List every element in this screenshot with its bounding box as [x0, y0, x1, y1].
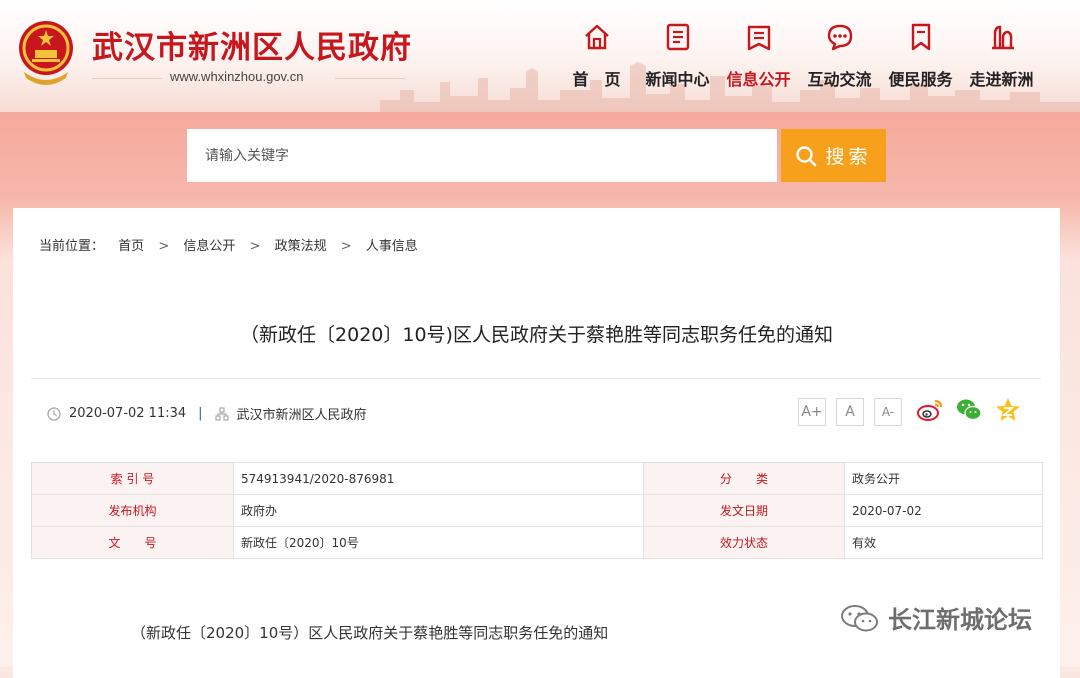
breadcrumb-item-policy[interactable]: 政策法规: [275, 235, 327, 254]
breadcrumb-separator: >: [249, 239, 261, 254]
value-category: 政务公开: [844, 462, 1043, 495]
label-document-number: 文 号: [31, 526, 234, 559]
wechat-icon[interactable]: [955, 396, 983, 424]
site-title: 武汉市新洲区人民政府: [92, 30, 412, 66]
nav-item-interaction[interactable]: 互动交流: [799, 18, 880, 98]
value-issue-date: 2020-07-02: [844, 494, 1043, 527]
nav-label-info-disclosure: 信息公开: [726, 70, 791, 89]
site-url: www.whxinzhou.gov.cn: [170, 69, 304, 84]
news-icon: [666, 23, 689, 51]
breadcrumb-item-home[interactable]: 首页: [118, 235, 144, 254]
font-size-controls: A+ A A-: [798, 398, 912, 426]
nav-label-services: 便民服务: [888, 70, 953, 89]
breadcrumb-item-personnel[interactable]: 人事信息: [366, 235, 418, 254]
organization-icon: [214, 406, 229, 421]
wechat-watermark-icon: [841, 604, 878, 631]
label-category: 分 类: [643, 462, 845, 495]
document-info-table: 索 引 号 574913941/2020-876981 分 类 政务公开 发布机…: [31, 462, 1043, 559]
value-issuing-agency: 政府办: [233, 494, 644, 527]
value-index-number: 574913941/2020-876981: [233, 462, 644, 495]
chat-icon: [827, 24, 852, 51]
url-divider-right: [335, 78, 405, 79]
nav-label-interaction: 互动交流: [807, 70, 872, 89]
meta-separator: |: [198, 406, 203, 421]
landmark-icon: [991, 25, 1014, 50]
nav-item-news[interactable]: 新闻中心: [637, 18, 718, 98]
article-body-first-line: （新政任〔2020〕10号）区人民政府关于蔡艳胜等同志职务任免的通知: [131, 624, 609, 642]
value-validity-status: 有效: [844, 526, 1043, 559]
watermark: 长江新城论坛: [840, 600, 1032, 635]
clock-icon: [47, 406, 61, 421]
site-header: 武汉市新洲区人民政府 www.whxinzhou.gov.cn 首 页 新闻中心: [0, 0, 1080, 112]
breadcrumb-prefix: 当前位置：: [39, 239, 105, 254]
home-icon: [584, 24, 609, 50]
search-button-label: 搜索: [825, 146, 872, 168]
font-decrease-button[interactable]: A-: [874, 398, 902, 426]
bookmark-icon: [911, 23, 930, 51]
nav-item-about-xinzhou[interactable]: 走进新洲: [961, 18, 1042, 98]
national-emblem-logo: [19, 21, 73, 85]
nav-item-services[interactable]: 便民服务: [880, 18, 961, 98]
article-title: （新政任〔2020〕10号)区人民政府关于蔡艳胜等同志职务任免的通知: [240, 324, 833, 346]
watermark-text: 长江新城论坛: [888, 606, 1032, 634]
nav-label-about-xinzhou: 走进新洲: [969, 70, 1034, 89]
nav-label-news: 新闻中心: [645, 70, 710, 89]
font-default-button[interactable]: A: [836, 398, 864, 426]
breadcrumb-separator: >: [158, 239, 170, 254]
qzone-icon[interactable]: [994, 396, 1022, 424]
table-row: 发布机构 政府办 发文日期 2020-07-02: [31, 494, 1043, 527]
title-divider: [31, 378, 1041, 379]
label-issuing-agency: 发布机构: [31, 494, 234, 527]
article-meta: 2020-07-02 11:34 | 武汉市新洲区人民政府: [47, 404, 367, 423]
nav-label-home: 首 页: [572, 70, 621, 89]
font-increase-button[interactable]: A+: [798, 398, 826, 426]
label-issue-date: 发文日期: [643, 494, 845, 527]
table-row: 索 引 号 574913941/2020-876981 分 类 政务公开: [31, 462, 1043, 495]
breadcrumb-item-info-disclosure[interactable]: 信息公开: [183, 235, 235, 254]
publish-source: 武汉市新洲区人民政府: [236, 408, 367, 423]
weibo-icon[interactable]: [916, 396, 944, 424]
search-input[interactable]: [187, 129, 777, 182]
value-document-number: 新政任〔2020〕10号: [233, 526, 644, 559]
main-nav: 首 页 新闻中心 信息公开 互动交流 便民服务 走进新洲: [556, 18, 1042, 98]
search-button[interactable]: 搜索: [781, 129, 886, 182]
label-index-number: 索 引 号: [31, 462, 234, 495]
url-divider-left: [92, 78, 162, 79]
search-icon: [796, 145, 817, 166]
nav-item-info-disclosure[interactable]: 信息公开: [718, 18, 799, 98]
breadcrumb: 当前位置： 首页 > 信息公开 > 政策法规 > 人事信息: [39, 235, 418, 254]
publish-date: 2020-07-02 11:34: [69, 406, 187, 421]
table-row: 文 号 新政任〔2020〕10号 效力状态 有效: [31, 526, 1043, 559]
nav-item-home[interactable]: 首 页: [556, 18, 637, 98]
label-validity-status: 效力状态: [643, 526, 845, 559]
info-icon: [747, 25, 770, 51]
share-buttons: [916, 396, 1033, 424]
breadcrumb-separator: >: [340, 239, 352, 254]
